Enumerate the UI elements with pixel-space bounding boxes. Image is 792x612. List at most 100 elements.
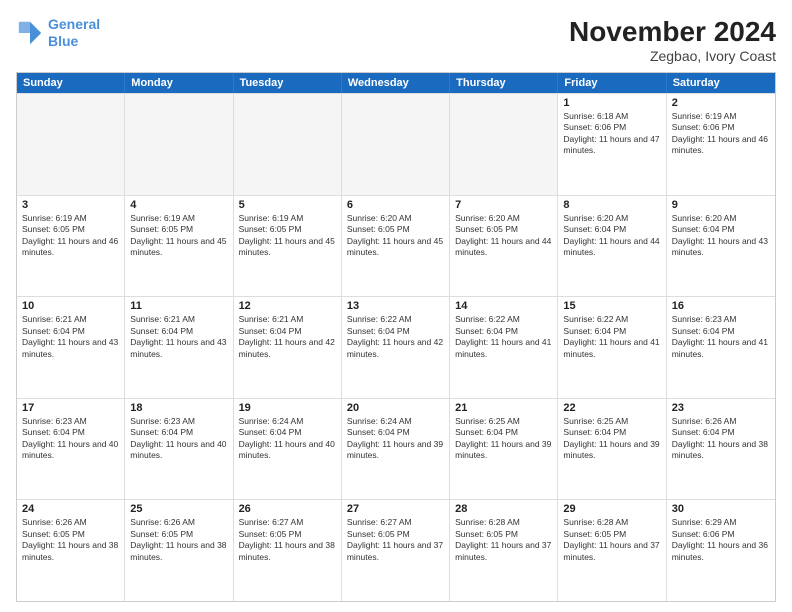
day-cell-24: 24 Sunrise: 6:26 AM Sunset: 6:05 PM Dayli… [17, 500, 125, 601]
day-number: 12 [239, 300, 336, 312]
header-day-tuesday: Tuesday [234, 73, 342, 93]
day-number: 24 [22, 503, 119, 515]
day-info: Sunrise: 6:23 AM Sunset: 6:04 PM Dayligh… [130, 416, 227, 462]
day-info: Sunrise: 6:20 AM Sunset: 6:05 PM Dayligh… [347, 213, 444, 259]
day-number: 11 [130, 300, 227, 312]
day-number: 29 [563, 503, 660, 515]
day-info: Sunrise: 6:23 AM Sunset: 6:04 PM Dayligh… [22, 416, 119, 462]
day-cell-27: 27 Sunrise: 6:27 AM Sunset: 6:05 PM Dayli… [342, 500, 450, 601]
day-info: Sunrise: 6:21 AM Sunset: 6:04 PM Dayligh… [22, 314, 119, 360]
logo-icon [16, 19, 44, 47]
day-cell-28: 28Sunrise: 6:28 AM Sunset: 6:05 PM Dayli… [450, 500, 558, 601]
day-cell-8: 8Sunrise: 6:20 AM Sunset: 6:04 PM Daylig… [558, 196, 666, 297]
day-cell-22: 22 Sunrise: 6:25 AM Sunset: 6:04 PM Dayli… [558, 399, 666, 500]
header: General Blue November 2024 Zegbao, Ivory… [16, 16, 776, 64]
day-number: 10 [22, 300, 119, 312]
day-info: Sunrise: 6:29 AM Sunset: 6:06 PM Dayligh… [672, 517, 770, 563]
day-number: 2 [672, 97, 770, 109]
day-cell-16: 16Sunrise: 6:23 AM Sunset: 6:04 PM Dayli… [667, 297, 775, 398]
day-number: 6 [347, 199, 444, 211]
day-cell-6: 6 Sunrise: 6:20 AM Sunset: 6:05 PM Daylig… [342, 196, 450, 297]
day-cell-4: 4 Sunrise: 6:19 AM Sunset: 6:05 PM Daylig… [125, 196, 233, 297]
header-day-saturday: Saturday [667, 73, 775, 93]
day-info: Sunrise: 6:21 AM Sunset: 6:04 PM Dayligh… [239, 314, 336, 360]
empty-cell [342, 94, 450, 195]
day-number: 9 [672, 199, 770, 211]
header-day-wednesday: Wednesday [342, 73, 450, 93]
day-number: 13 [347, 300, 444, 312]
day-cell-5: 5Sunrise: 6:19 AM Sunset: 6:05 PM Daylig… [234, 196, 342, 297]
day-number: 27 [347, 503, 444, 515]
week-row-1: 1 Sunrise: 6:18 AM Sunset: 6:06 PM Daylig… [17, 93, 775, 195]
day-cell-19: 19 Sunrise: 6:24 AM Sunset: 6:04 PM Dayli… [234, 399, 342, 500]
header-day-thursday: Thursday [450, 73, 558, 93]
header-day-friday: Friday [558, 73, 666, 93]
day-info: Sunrise: 6:20 AM Sunset: 6:05 PM Dayligh… [455, 213, 552, 259]
day-info: Sunrise: 6:28 AM Sunset: 6:05 PM Dayligh… [563, 517, 660, 563]
day-info: Sunrise: 6:26 AM Sunset: 6:05 PM Dayligh… [22, 517, 119, 563]
day-info: Sunrise: 6:25 AM Sunset: 6:04 PM Dayligh… [563, 416, 660, 462]
day-number: 20 [347, 402, 444, 414]
title-block: November 2024 Zegbao, Ivory Coast [569, 16, 776, 64]
day-number: 25 [130, 503, 227, 515]
subtitle: Zegbao, Ivory Coast [569, 48, 776, 64]
day-number: 30 [672, 503, 770, 515]
calendar-header: SundayMondayTuesdayWednesdayThursdayFrid… [17, 73, 775, 93]
day-info: Sunrise: 6:22 AM Sunset: 6:04 PM Dayligh… [347, 314, 444, 360]
day-cell-21: 21 Sunrise: 6:25 AM Sunset: 6:04 PM Dayli… [450, 399, 558, 500]
day-info: Sunrise: 6:27 AM Sunset: 6:05 PM Dayligh… [347, 517, 444, 563]
day-info: Sunrise: 6:19 AM Sunset: 6:05 PM Dayligh… [130, 213, 227, 259]
day-cell-12: 12 Sunrise: 6:21 AM Sunset: 6:04 PM Dayli… [234, 297, 342, 398]
day-cell-20: 20 Sunrise: 6:24 AM Sunset: 6:04 PM Dayli… [342, 399, 450, 500]
day-info: Sunrise: 6:24 AM Sunset: 6:04 PM Dayligh… [347, 416, 444, 462]
day-number: 21 [455, 402, 552, 414]
day-cell-30: 30 Sunrise: 6:29 AM Sunset: 6:06 PM Dayli… [667, 500, 775, 601]
day-number: 19 [239, 402, 336, 414]
day-cell-29: 29 Sunrise: 6:28 AM Sunset: 6:05 PM Dayli… [558, 500, 666, 601]
day-info: Sunrise: 6:21 AM Sunset: 6:04 PM Dayligh… [130, 314, 227, 360]
day-info: Sunrise: 6:25 AM Sunset: 6:04 PM Dayligh… [455, 416, 552, 462]
header-day-monday: Monday [125, 73, 233, 93]
day-cell-10: 10 Sunrise: 6:21 AM Sunset: 6:04 PM Dayli… [17, 297, 125, 398]
day-cell-9: 9 Sunrise: 6:20 AM Sunset: 6:04 PM Daylig… [667, 196, 775, 297]
day-number: 23 [672, 402, 770, 414]
day-number: 8 [563, 199, 660, 211]
logo: General Blue [16, 16, 100, 50]
day-number: 1 [563, 97, 660, 109]
day-cell-25: 25Sunrise: 6:26 AM Sunset: 6:05 PM Dayli… [125, 500, 233, 601]
day-number: 26 [239, 503, 336, 515]
day-number: 28 [455, 503, 552, 515]
day-cell-11: 11 Sunrise: 6:21 AM Sunset: 6:04 PM Dayli… [125, 297, 233, 398]
week-row-4: 17 Sunrise: 6:23 AM Sunset: 6:04 PM Dayli… [17, 398, 775, 500]
day-info: Sunrise: 6:24 AM Sunset: 6:04 PM Dayligh… [239, 416, 336, 462]
day-number: 14 [455, 300, 552, 312]
header-day-sunday: Sunday [17, 73, 125, 93]
week-row-2: 3Sunrise: 6:19 AM Sunset: 6:05 PM Daylig… [17, 195, 775, 297]
day-info: Sunrise: 6:22 AM Sunset: 6:04 PM Dayligh… [563, 314, 660, 360]
day-cell-18: 18 Sunrise: 6:23 AM Sunset: 6:04 PM Dayli… [125, 399, 233, 500]
logo-text: General Blue [48, 16, 100, 50]
day-cell-23: 23Sunrise: 6:26 AM Sunset: 6:04 PM Dayli… [667, 399, 775, 500]
day-cell-17: 17 Sunrise: 6:23 AM Sunset: 6:04 PM Dayli… [17, 399, 125, 500]
calendar: SundayMondayTuesdayWednesdayThursdayFrid… [16, 72, 776, 602]
calendar-body: 1 Sunrise: 6:18 AM Sunset: 6:06 PM Daylig… [17, 93, 775, 601]
day-info: Sunrise: 6:19 AM Sunset: 6:05 PM Dayligh… [239, 213, 336, 259]
day-number: 17 [22, 402, 119, 414]
day-number: 4 [130, 199, 227, 211]
empty-cell [17, 94, 125, 195]
day-cell-2: 2 Sunrise: 6:19 AM Sunset: 6:06 PM Daylig… [667, 94, 775, 195]
day-cell-3: 3Sunrise: 6:19 AM Sunset: 6:05 PM Daylig… [17, 196, 125, 297]
day-number: 22 [563, 402, 660, 414]
day-info: Sunrise: 6:22 AM Sunset: 6:04 PM Dayligh… [455, 314, 552, 360]
empty-cell [450, 94, 558, 195]
day-number: 18 [130, 402, 227, 414]
day-cell-7: 7 Sunrise: 6:20 AM Sunset: 6:05 PM Daylig… [450, 196, 558, 297]
day-info: Sunrise: 6:18 AM Sunset: 6:06 PM Dayligh… [563, 111, 660, 157]
day-info: Sunrise: 6:19 AM Sunset: 6:05 PM Dayligh… [22, 213, 119, 259]
day-info: Sunrise: 6:20 AM Sunset: 6:04 PM Dayligh… [672, 213, 770, 259]
week-row-3: 10 Sunrise: 6:21 AM Sunset: 6:04 PM Dayli… [17, 296, 775, 398]
empty-cell [234, 94, 342, 195]
day-number: 16 [672, 300, 770, 312]
day-number: 7 [455, 199, 552, 211]
day-info: Sunrise: 6:19 AM Sunset: 6:06 PM Dayligh… [672, 111, 770, 157]
